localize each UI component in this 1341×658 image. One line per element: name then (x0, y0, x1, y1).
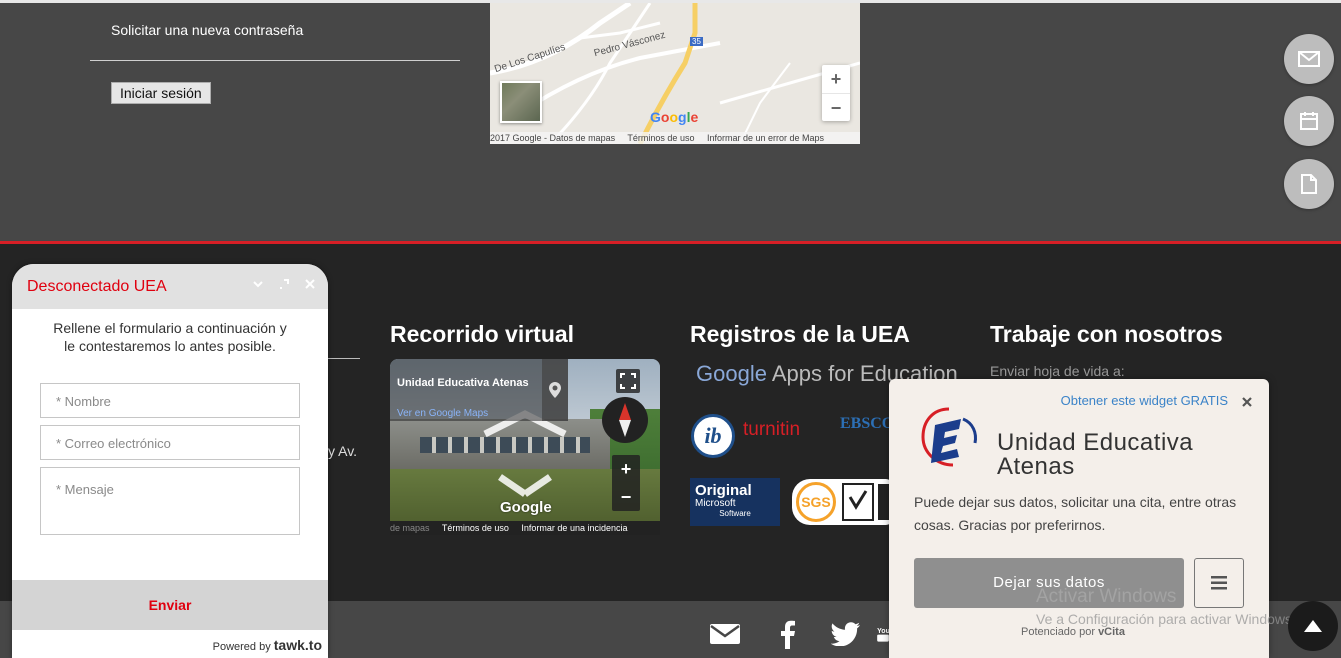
business-name: Unidad Educativa Atenas (997, 429, 1194, 480)
tawk-brand: tawk.to (273, 637, 322, 653)
login-button[interactable]: Iniciar sesión (111, 82, 211, 104)
svg-text:You: You (877, 628, 890, 635)
tour-data-credit: de mapas (390, 523, 430, 533)
menu-button[interactable] (1194, 558, 1244, 608)
google-wordmark: Google (696, 361, 767, 386)
google-logo: Google (650, 109, 699, 125)
jobs-send-cv-text: Enviar hoja de vida a: (990, 363, 1125, 379)
facebook-icon (781, 620, 795, 649)
chat-powered-by[interactable]: Powered by tawk.to (213, 637, 322, 653)
google-logo: Google (500, 499, 552, 516)
fullscreen-icon[interactable] (616, 369, 640, 393)
school-logo (921, 407, 977, 467)
pin-icon[interactable] (542, 359, 568, 421)
tour-report-link[interactable]: Informar de una incidencia (521, 523, 627, 533)
scroll-to-top-button[interactable] (1288, 601, 1338, 651)
calendar-icon (1300, 112, 1318, 130)
twitter-icon (831, 622, 860, 646)
name-field[interactable]: * Nombre (40, 383, 300, 418)
divider (328, 358, 360, 359)
address-fragment: y Av. (328, 443, 358, 459)
powered-prefix: Powered by (212, 641, 271, 653)
chat-widget: Desconectado UEA Rellene el formulario a… (12, 264, 328, 658)
activation-watermark-text: Ve a Configuración para activar Windows. (1036, 611, 1296, 627)
microsoft-original-logo[interactable]: Original Microsoft Software (690, 478, 780, 526)
tour-zoom-control: + − (612, 455, 640, 511)
caret-up-icon (1304, 620, 1322, 632)
schedule-fab[interactable] (1284, 96, 1334, 146)
get-widget-link[interactable]: Obtener este widget GRATIS (1061, 393, 1228, 408)
location-map[interactable]: De Los Capulíes Pedro Vásconez 35 + − Go… (490, 3, 860, 144)
email-fab[interactable] (1284, 34, 1334, 84)
map-report-link[interactable]: Informar de un error de Maps (707, 133, 824, 143)
chat-status-title: Desconectado UEA (27, 278, 167, 295)
message-field[interactable]: * Mensaje (40, 467, 300, 535)
tour-zoom-out-button[interactable]: − (612, 483, 640, 511)
sgs-ukas-logo[interactable]: SGS (792, 479, 892, 525)
document-icon (1301, 174, 1317, 194)
zoom-out-button[interactable]: − (822, 93, 850, 121)
ms-brand-text: Microsoft (695, 498, 736, 509)
virtual-tour-embed[interactable]: Unidad Educativa Atenas Ver en Google Ma… (390, 359, 660, 535)
route-shield: 35 (690, 37, 703, 46)
map-footer: 2017 Google - Datos de mapas Términos de… (490, 132, 860, 144)
ms-software-text: Software (719, 509, 751, 518)
map-zoom-control: + − (822, 65, 850, 121)
ib-logo[interactable]: ib (691, 414, 735, 458)
place-name: Unidad Educativa Atenas (397, 377, 529, 389)
social-twitter-link[interactable] (828, 616, 864, 652)
lost-password-link[interactable]: Solicitar una nueva contraseña (111, 22, 303, 38)
map-terms-link[interactable]: Términos de uso (627, 133, 694, 143)
activation-watermark-title: Activar Windows (1036, 586, 1177, 607)
hamburger-icon (1211, 576, 1227, 590)
ebsco-logo[interactable]: EBSCO (840, 415, 894, 433)
registries-heading: Registros de la UEA (690, 321, 910, 347)
ib-text: ib (704, 423, 722, 448)
chat-intro-text: Rellene el formulario a continuación y l… (53, 320, 287, 354)
ms-original-text: Original (695, 482, 752, 499)
map-copyright: 2017 Google - Datos de mapas (490, 133, 616, 143)
youtube-icon: You (877, 628, 890, 642)
compass-icon[interactable] (602, 397, 648, 443)
social-youtube-link[interactable]: You (876, 616, 890, 652)
tour-zoom-in-button[interactable]: + (612, 455, 640, 483)
tour-terms-link[interactable]: Términos de uso (442, 523, 509, 533)
chat-header: Desconectado UEA (12, 264, 328, 309)
chevron-down-icon[interactable] (252, 277, 264, 294)
vcita-powered-by[interactable]: Potenciado por vCita (1021, 626, 1125, 638)
view-in-maps-link[interactable]: Ver en Google Maps (397, 408, 488, 419)
popout-icon[interactable] (278, 277, 290, 294)
powered-prefix: Potenciado por (1021, 626, 1095, 638)
zoom-in-button[interactable]: + (822, 65, 850, 93)
tour-footer: de mapas Términos de uso Informar de una… (390, 521, 660, 535)
close-icon[interactable] (1241, 390, 1253, 413)
social-facebook-link[interactable] (769, 616, 805, 652)
envelope-icon (710, 624, 740, 644)
vcita-brand: vCita (1098, 626, 1125, 638)
turnitin-logo[interactable]: turnitin (743, 419, 800, 441)
nav-arrows-icon[interactable] (480, 409, 570, 499)
jobs-heading: Trabaje con nosotros (990, 321, 1223, 347)
sgs-icon: SGS (796, 482, 836, 522)
section-divider (0, 241, 1341, 244)
ukas-icon (842, 483, 891, 521)
close-icon[interactable] (304, 277, 316, 294)
satellite-toggle[interactable] (500, 81, 542, 123)
email-field[interactable]: * Correo electrónico (40, 425, 300, 460)
divider (90, 60, 460, 61)
widget-description: Puede dejar sus datos, solicitar una cit… (914, 494, 1237, 533)
tour-heading: Recorrido virtual (390, 321, 575, 347)
document-fab[interactable] (1284, 159, 1334, 209)
envelope-icon (1298, 51, 1320, 67)
social-email-link[interactable] (707, 616, 743, 652)
send-button[interactable]: Enviar (12, 580, 328, 630)
